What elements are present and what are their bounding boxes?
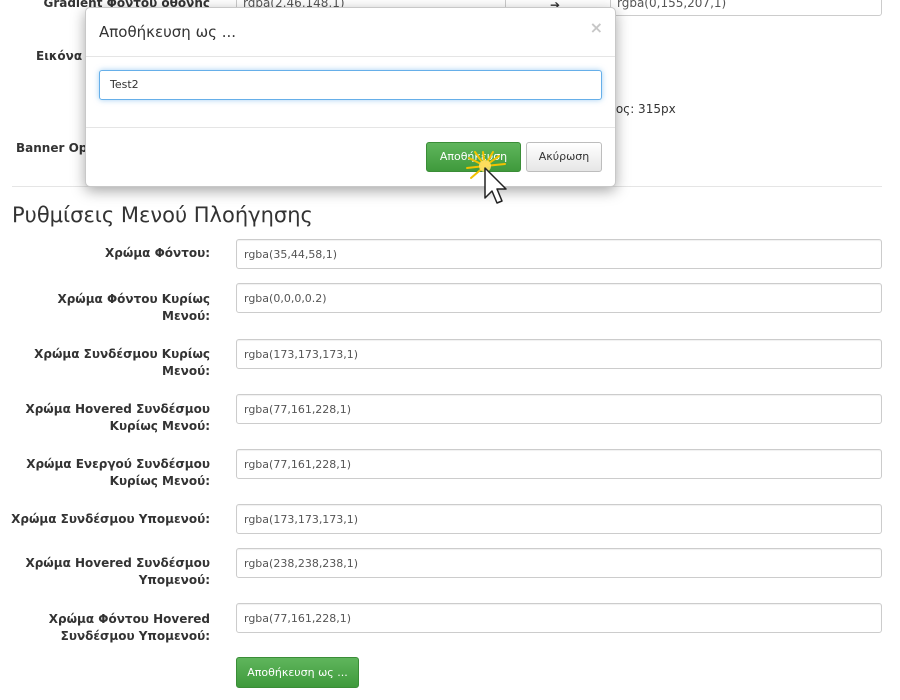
field-input-submenu-link-hover[interactable]: rgba(238,238,238,1) (236, 548, 882, 578)
field-input-main-menu-bg[interactable]: rgba(0,0,0,0.2) (236, 283, 882, 313)
field-input-bg-color[interactable]: rgba(35,44,58,1) (236, 239, 882, 269)
modal-cancel-button[interactable]: Ακύρωση (526, 142, 602, 172)
field-label-main-link-hover: Χρώμα Hovered Συνδέσμου Κυρίως Μενού: (25, 402, 210, 433)
field-input-main-link-active[interactable]: rgba(77,161,228,1) (236, 449, 882, 479)
save-name-input[interactable]: Test2 (99, 70, 602, 100)
field-label-main-menu-bg: Χρώμα Φόντου Κυρίως Μενού: (57, 292, 210, 323)
field-input-submenu-link[interactable]: rgba(173,173,173,1) (236, 504, 882, 534)
modal-footer-divider (86, 127, 615, 128)
field-input-main-link-hover[interactable]: rgba(77,161,228,1) (236, 394, 882, 424)
field-label-main-link-active: Χρώμα Ενεργού Συνδέσμου Κυρίως Μενού: (26, 457, 210, 488)
field-label-submenu-link-hover-bg: Χρώμα Φόντου Hovered Συνδέσμου Υπομενού: (48, 612, 210, 643)
close-icon[interactable]: × (590, 18, 603, 37)
field-input-submenu-link-hover-bg[interactable]: rgba(77,161,228,1) (236, 603, 882, 633)
section-title: Ρυθμίσεις Μενού Πλοήγησης (12, 203, 313, 227)
gradient-end-input[interactable]: rgba(0,155,207,1) (610, 0, 882, 16)
field-label-bg-color: Χρώμα Φόντου: (105, 246, 210, 260)
field-label-main-link: Χρώμα Συνδέσμου Κυρίως Μενού: (34, 347, 210, 378)
modal-title: Αποθήκευση ως ... (99, 23, 236, 41)
save-as-button[interactable]: Αποθήκευση ως ... (236, 657, 359, 688)
modal-header: Αποθήκευση ως ... × (86, 8, 615, 57)
field-label-submenu-link-hover: Χρώμα Hovered Συνδέσμου Υπομενού: (25, 556, 210, 587)
mouse-pointer-icon (466, 151, 507, 204)
banner-label: Banner Op (16, 141, 88, 155)
field-label-submenu-link: Χρώμα Συνδέσμου Υπομενού: (11, 512, 210, 526)
field-input-main-link[interactable]: rgba(173,173,173,1) (236, 339, 882, 369)
save-as-modal: Αποθήκευση ως ... × Test2 Αποθήκευση Ακύ… (85, 7, 616, 187)
